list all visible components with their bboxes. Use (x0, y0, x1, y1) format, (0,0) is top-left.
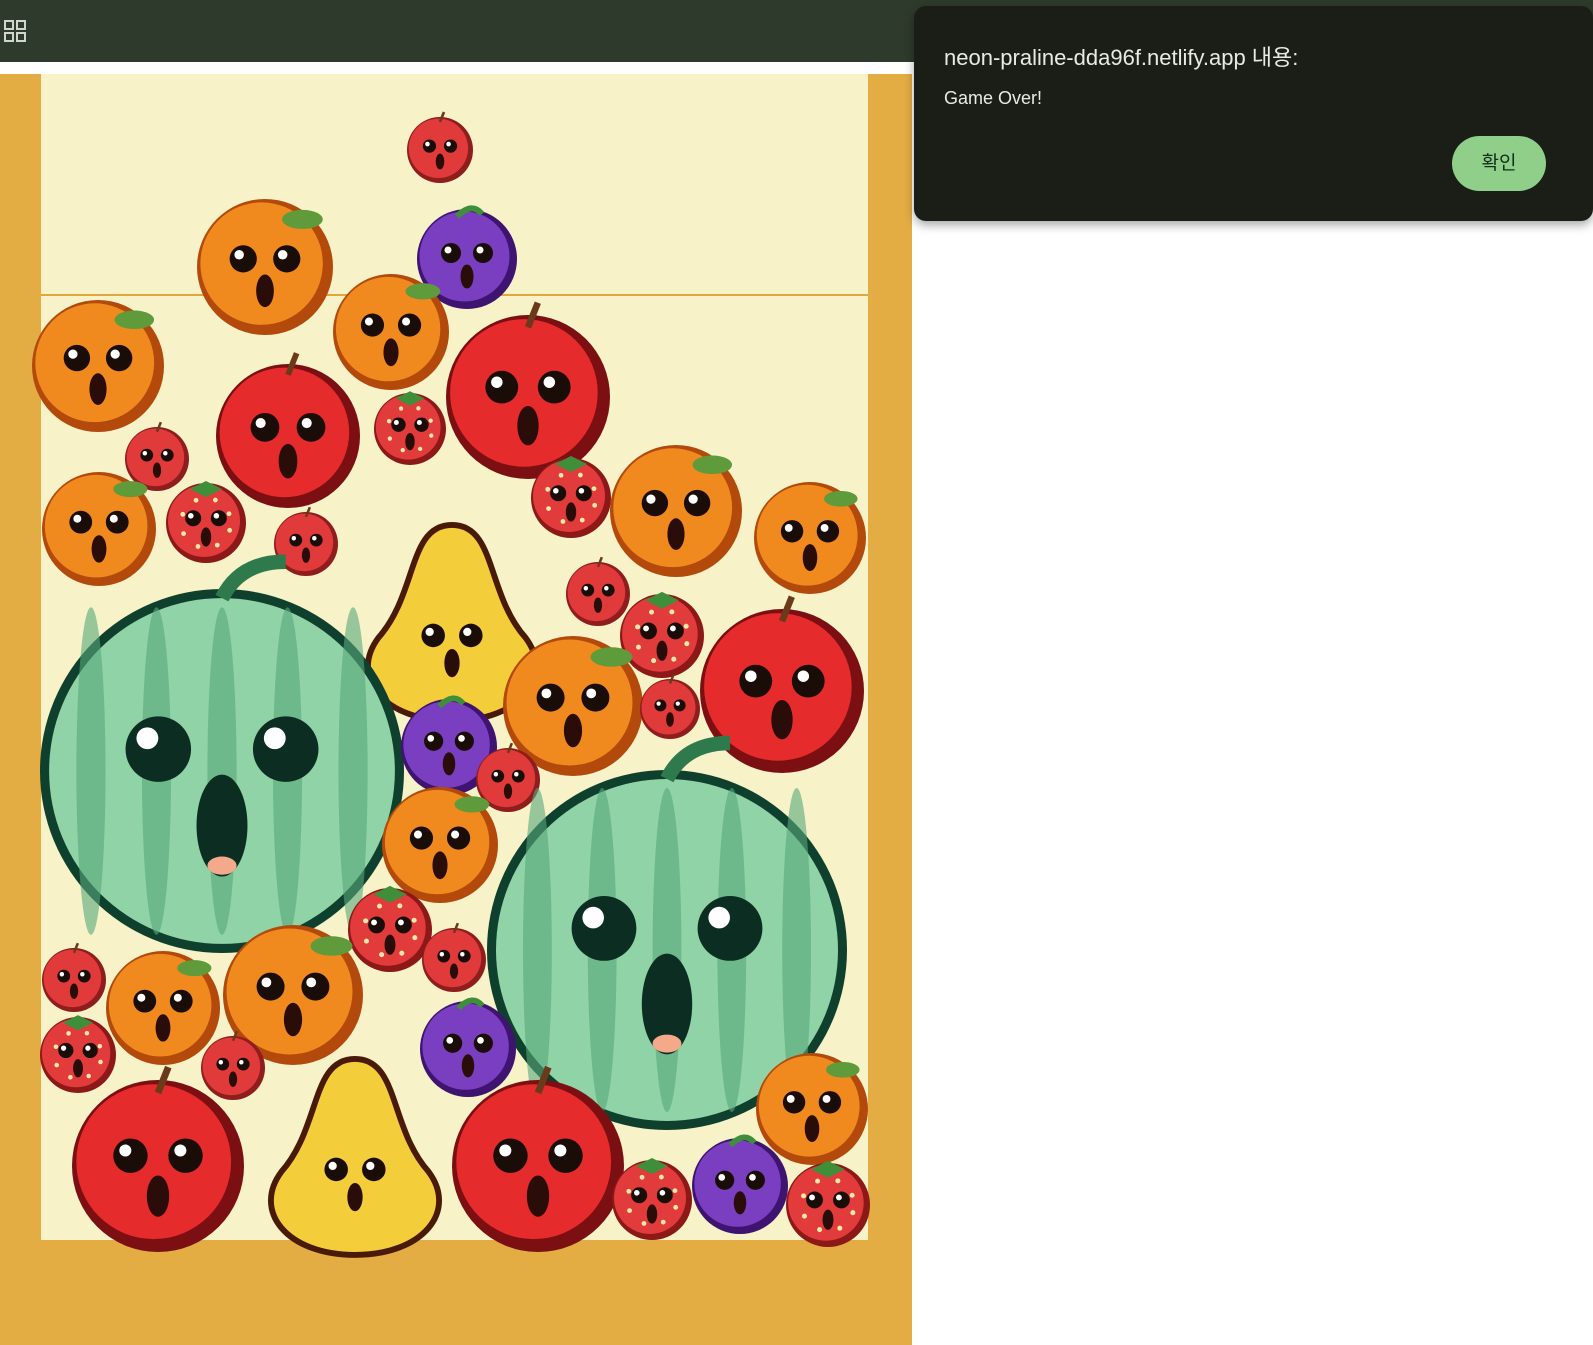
strawberry-fruit (40, 1015, 116, 1093)
page-top-margin (0, 62, 914, 74)
alert-dialog: neon-praline-dda96f.netlify.app 내용: Game… (914, 6, 1593, 221)
game-container[interactable] (0, 74, 912, 1345)
strawberry-fruit (612, 1158, 692, 1240)
watermelon-fruit (40, 554, 404, 953)
apple-fruit (216, 352, 360, 508)
orange-fruit (197, 199, 333, 335)
apple-fruit (446, 301, 610, 479)
orange-fruit (382, 787, 498, 903)
strawberry-fruit (620, 591, 704, 678)
dialog-message: Game Over! (944, 88, 1043, 108)
orange-fruit (756, 1053, 868, 1165)
dialog-title: neon-praline-dda96f.netlify.app 내용: (944, 45, 1299, 70)
grape-fruit (692, 1134, 788, 1234)
fruit-layer (32, 111, 870, 1258)
orange-fruit (106, 951, 220, 1065)
orange-fruit (610, 445, 742, 577)
cherry-fruit (566, 556, 630, 626)
cherry-fruit (42, 942, 106, 1012)
strawberry-fruit (166, 481, 246, 563)
cherry-fruit (125, 421, 189, 491)
cherry-fruit (640, 674, 700, 739)
pear-fruit (268, 1055, 442, 1258)
strawberry-fruit (786, 1160, 870, 1247)
ok-button[interactable]: 확인 (1452, 136, 1546, 191)
cherry-fruit (407, 111, 473, 183)
grape-fruit (420, 997, 516, 1097)
apps-grid-icon[interactable] (4, 20, 26, 42)
orange-fruit (42, 472, 156, 586)
orange-fruit (32, 300, 164, 432)
strawberry-fruit (374, 391, 446, 465)
orange-fruit (754, 482, 866, 594)
orange-fruit (333, 274, 449, 390)
